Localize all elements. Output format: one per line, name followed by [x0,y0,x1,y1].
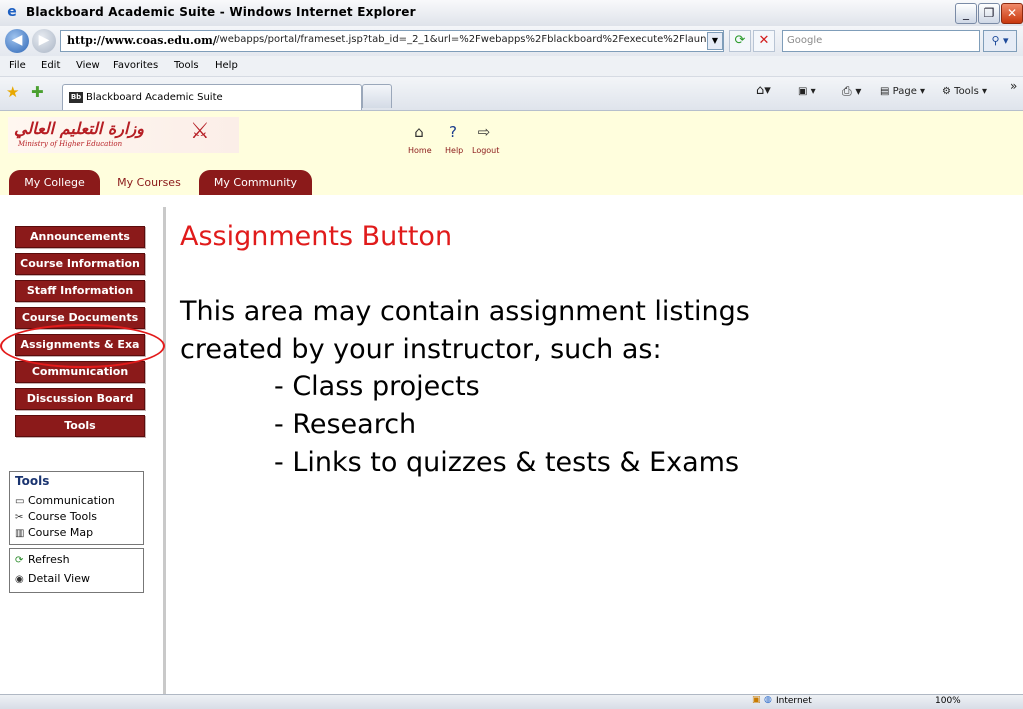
nav-course-information-button[interactable]: Course Information [15,253,145,275]
security-icon: ▣ [752,695,761,705]
back-button[interactable]: ◀ [5,29,29,53]
window-title-bar: e Blackboard Academic Suite - Windows In… [0,0,1023,27]
tool-communication-label: Communication [28,494,115,507]
tool-course-tools-link[interactable]: ✂ Course Tools [15,510,97,523]
map-icon: ▥ [15,528,25,539]
refresh-label: Refresh [28,553,70,566]
content-line-2: created by your instructor, such as: [180,334,662,365]
tools-panel: Tools ▭ Communication ✂ Course Tools ▥ Cour… [9,471,144,545]
search-placeholder: Google [787,35,823,46]
computer-icon: ▭ [15,496,25,507]
address-host: http://www.coas.edu.om/ [67,34,217,47]
ministry-logo: وزارة التعليم العالي Ministry of Higher … [8,117,239,153]
menu-tools[interactable]: Tools [174,60,199,71]
page-icon: ▤ [880,86,893,97]
address-path: ./webapps/portal/frameset.jsp?tab_id=_2_… [213,34,712,45]
menu-favorites[interactable]: Favorites [113,60,158,71]
search-icon[interactable]: ⚲ ▾ [983,30,1017,52]
window-title: Blackboard Academic Suite - Windows Inte… [26,5,416,19]
content-title: Assignments Button [180,221,453,252]
tools-menu-button[interactable]: ⚙ Tools ▾ [942,86,987,97]
logout-link[interactable]: Logout [472,146,499,155]
zoom-level[interactable]: 100% [935,696,961,706]
menu-file[interactable]: File [9,60,26,71]
detail-view-icon: ◉ [15,574,24,585]
nav-announcements-button[interactable]: Announcements [15,226,145,248]
add-favorite-icon[interactable]: ✚ [31,83,44,101]
tools-panel-title: Tools [15,474,50,488]
home-icon[interactable]: ⌂▾ [756,83,771,98]
favorites-star-icon[interactable]: ★ [6,83,19,101]
highlight-oval [0,324,165,368]
menu-edit[interactable]: Edit [41,60,60,71]
refresh-link[interactable]: ⟳ Refresh [15,553,70,566]
refresh-icon: ⟳ [15,555,24,566]
tool-course-map-label: Course Map [28,526,94,539]
tab-my-courses[interactable]: My Courses [102,170,196,196]
home-link[interactable]: Home [408,146,432,155]
nav-discussion-board-button[interactable]: Discussion Board [15,388,145,410]
print-icon[interactable]: ⎙ ▾ [842,84,861,99]
tab-bar: ★ ✚ Bb Blackboard Academic Suite ⌂▾ ▣ ▾ … [0,77,1023,111]
menu-view[interactable]: View [76,60,100,71]
emblem-icon: ⚔ [190,119,210,144]
help-link[interactable]: Help [445,146,463,155]
address-toolbar: ◀ ▶ http://www.coas.edu.om/ ./webapps/po… [0,26,1023,56]
menu-bar: File Edit View Favorites Tools Help [0,56,1023,77]
tab-my-community[interactable]: My Community [199,170,312,196]
refresh-page-icon[interactable]: ⟳ [729,30,751,52]
maximize-button[interactable]: ❐ [978,3,1000,24]
globe-icon: ◍ [764,695,772,705]
wrench-icon: ✂ [15,512,24,523]
status-zone: Internet [776,696,812,706]
logo-english-text: Ministry of Higher Education [18,140,123,148]
content-bullet-2: - Research [274,409,417,440]
minimize-button[interactable]: _ [955,3,977,24]
internet-explorer-icon: e [7,4,17,20]
action-panel: ⟳ Refresh ◉ Detail View [9,548,144,593]
tool-communication-link[interactable]: ▭ Communication [15,494,115,507]
content-bullet-1: - Class projects [274,371,480,402]
close-button[interactable]: ✕ [1001,3,1023,24]
page-menu-label: Page [892,86,917,97]
content-bullet-3: - Links to quizzes & tests & Exams [274,447,740,478]
home-link-icon[interactable]: ⌂ [408,123,430,143]
logout-link-icon[interactable]: ⇨ [473,123,495,143]
gear-icon: ⚙ [942,86,955,97]
nav-staff-information-button[interactable]: Staff Information [15,280,145,302]
toolbar-overflow-button[interactable]: » [1010,79,1017,93]
browser-tab-label: Blackboard Academic Suite [86,92,223,103]
nav-tools-button[interactable]: Tools [15,415,145,437]
forward-button[interactable]: ▶ [32,29,56,53]
browser-tab[interactable]: Bb Blackboard Academic Suite [62,84,362,110]
detail-view-link[interactable]: ◉ Detail View [15,572,90,585]
address-input[interactable]: http://www.coas.edu.om/ ./webapps/portal… [60,30,724,52]
feeds-icon[interactable]: ▣ ▾ [798,86,816,97]
tool-course-tools-label: Course Tools [28,510,97,523]
tool-course-map-link[interactable]: ▥ Course Map [15,526,93,539]
status-bar: ▣ ◍ Internet 100% [0,694,1023,709]
tools-menu-label: Tools [954,86,979,97]
menu-help[interactable]: Help [215,60,238,71]
logo-arabic-text: وزارة التعليم العالي [14,119,144,138]
page-menu-button[interactable]: ▤ Page ▾ [880,86,925,97]
tab-my-college[interactable]: My College [9,170,100,196]
search-input[interactable]: Google [782,30,980,52]
address-dropdown-button[interactable]: ▼ [707,32,723,50]
blackboard-favicon-icon: Bb [69,92,83,103]
help-link-icon[interactable]: ? [442,123,464,143]
portal-header: وزارة التعليم العالي Ministry of Higher … [0,111,1023,197]
new-tab-button[interactable] [362,84,392,108]
stop-icon[interactable]: ✕ [753,30,775,52]
detail-view-label: Detail View [28,572,91,585]
content-line-1: This area may contain assignment listing… [180,296,750,327]
